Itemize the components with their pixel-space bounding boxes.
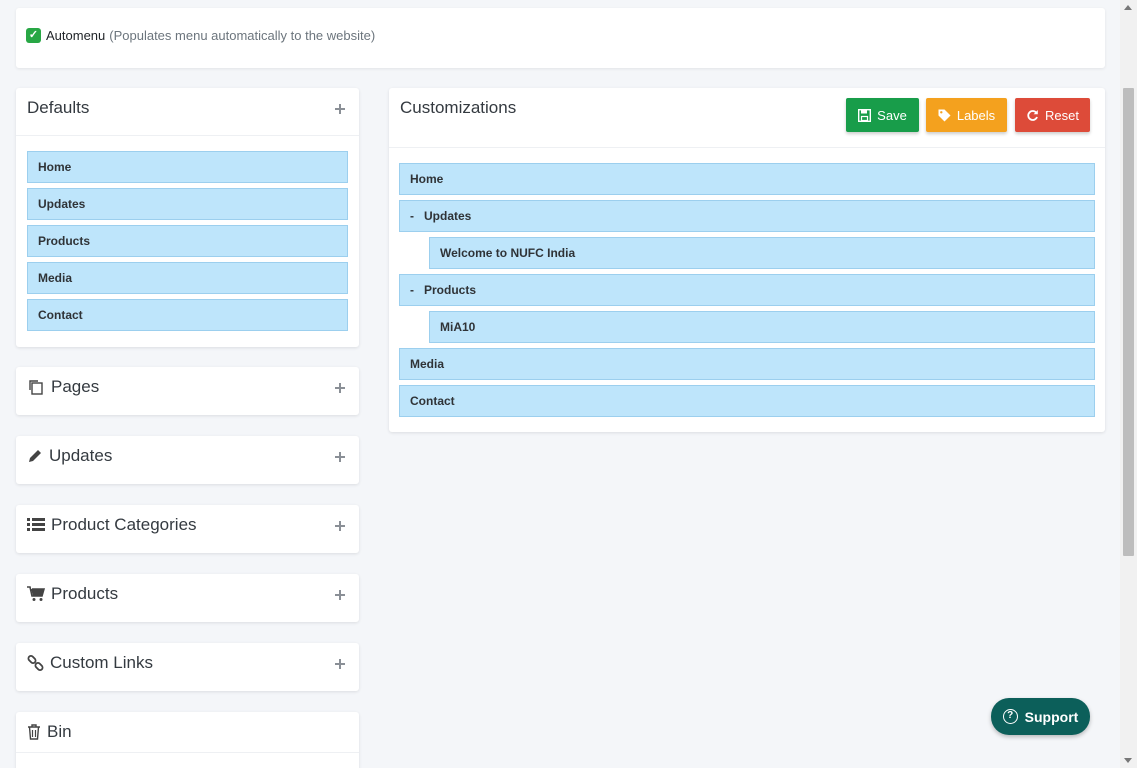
custom-item-welcome[interactable]: Welcome to NUFC India: [429, 237, 1095, 269]
floppy-disk-icon: [858, 108, 872, 122]
updates-label: Updates: [49, 446, 113, 465]
bin-label: Bin: [47, 722, 72, 741]
defaults-header[interactable]: Defaults: [16, 88, 359, 136]
scroll-down-arrow-icon[interactable]: [1124, 758, 1132, 763]
collapse-toggle[interactable]: -: [410, 275, 424, 305]
trash-icon: [27, 724, 41, 740]
customizations-header: Customizations Save Labels Reset: [389, 88, 1105, 148]
product-categories-panel: Product Categories: [16, 505, 359, 553]
save-button[interactable]: Save: [846, 98, 919, 132]
custom-item-label: MiA10: [440, 320, 476, 334]
scroll-thumb[interactable]: [1123, 88, 1134, 556]
automenu-label: Automenu: [46, 28, 106, 43]
cart-icon: [27, 586, 45, 602]
expand-plus-icon[interactable]: [335, 659, 345, 669]
products-panel: Products: [16, 574, 359, 622]
collapse-toggle[interactable]: -: [410, 201, 424, 231]
product-categories-header[interactable]: Product Categories: [16, 505, 359, 553]
custom-links-header[interactable]: Custom Links: [16, 643, 359, 691]
custom-item-label: Updates: [424, 209, 472, 223]
pencil-icon: [27, 448, 43, 464]
updates-header[interactable]: Updates: [16, 436, 359, 484]
scroll-up-arrow-icon[interactable]: [1124, 5, 1132, 10]
custom-item-products[interactable]: - Products: [399, 274, 1095, 306]
defaults-title: Defaults: [27, 98, 90, 117]
reset-button[interactable]: Reset: [1015, 98, 1090, 132]
defaults-item-home[interactable]: Home: [27, 151, 348, 183]
support-label: Support: [1024, 708, 1079, 725]
customizations-panel: Customizations Save Labels Reset Home -U…: [389, 88, 1105, 432]
custom-item-label: Home: [410, 172, 444, 186]
product-categories-title: Product Categories: [27, 515, 197, 535]
support-button[interactable]: ? Support: [991, 698, 1090, 735]
expand-plus-icon[interactable]: [335, 104, 345, 114]
defaults-item-media[interactable]: Media: [27, 262, 348, 294]
reset-label: Reset: [1045, 107, 1079, 123]
product-categories-label: Product Categories: [51, 515, 197, 534]
custom-links-label: Custom Links: [50, 653, 153, 672]
custom-item-label: Welcome to NUFC India: [440, 246, 576, 260]
labels-button[interactable]: Labels: [926, 98, 1007, 132]
custom-item-label: Media: [410, 357, 445, 371]
custom-item-home[interactable]: Home: [399, 163, 1095, 195]
labels-label: Labels: [956, 107, 996, 123]
pages-panel: Pages: [16, 367, 359, 415]
custom-item-media[interactable]: Media: [399, 348, 1095, 380]
custom-item-label: Contact: [410, 394, 455, 408]
expand-plus-icon[interactable]: [335, 383, 345, 393]
pages-label: Pages: [51, 377, 100, 396]
custom-item-contact[interactable]: Contact: [399, 385, 1095, 417]
scrollbar[interactable]: [1120, 0, 1137, 768]
updates-panel: Updates: [16, 436, 359, 484]
expand-plus-icon[interactable]: [335, 521, 345, 531]
bin-panel: Bin: [16, 712, 359, 768]
checkbox-checked-icon[interactable]: ✓: [26, 28, 41, 43]
updates-title: Updates: [27, 446, 112, 466]
list-icon: [27, 517, 45, 533]
products-title: Products: [27, 584, 118, 604]
custom-item-updates[interactable]: - Updates: [399, 200, 1095, 232]
automenu-bar: ✓ Automenu (Populates menu automatically…: [16, 8, 1105, 68]
custom-links-title: Custom Links: [27, 653, 153, 673]
custom-links-panel: Custom Links: [16, 643, 359, 691]
bin-header[interactable]: Bin: [16, 712, 359, 753]
pages-header[interactable]: Pages: [16, 367, 359, 415]
products-label: Products: [51, 584, 119, 603]
link-icon: [27, 654, 44, 672]
custom-item-label: Products: [424, 283, 477, 297]
automenu-toggle[interactable]: ✓ Automenu (Populates menu automatically…: [26, 28, 375, 43]
save-label: Save: [877, 107, 907, 123]
copy-icon: [27, 378, 45, 396]
defaults-panel: Defaults Home Updates Products Media Con…: [16, 88, 359, 347]
question-circle-icon: ?: [1002, 709, 1018, 724]
expand-plus-icon[interactable]: [335, 590, 345, 600]
expand-plus-icon[interactable]: [335, 452, 345, 462]
custom-item-mia10[interactable]: MiA10: [429, 311, 1095, 343]
products-header[interactable]: Products: [16, 574, 359, 622]
customizations-title: Customizations: [400, 98, 517, 117]
bin-title: Bin: [27, 722, 72, 742]
tag-icon: [938, 109, 951, 122]
refresh-icon: [1026, 109, 1039, 122]
defaults-item-updates[interactable]: Updates: [27, 188, 348, 220]
defaults-item-products[interactable]: Products: [27, 225, 348, 257]
pages-title: Pages: [27, 377, 99, 397]
automenu-hint: (Populates menu automatically to the web…: [109, 28, 376, 43]
defaults-item-contact[interactable]: Contact: [27, 299, 348, 331]
